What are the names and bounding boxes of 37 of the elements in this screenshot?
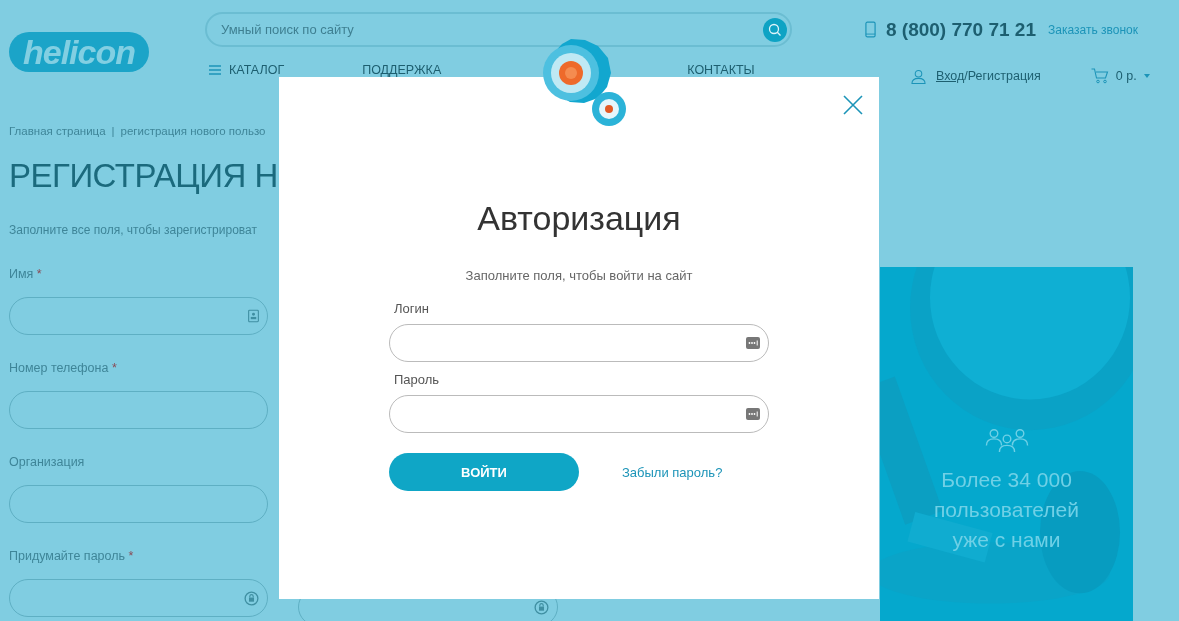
- page-title: РЕГИСТРАЦИЯ Н: [9, 157, 279, 195]
- login-link[interactable]: Вход: [936, 69, 965, 83]
- page-subtitle: Заполните все поля, чтобы зарегистрироват: [9, 223, 258, 237]
- field-label: Номер телефона *: [9, 361, 118, 377]
- forgot-password-link[interactable]: Забыли пароль?: [622, 464, 723, 480]
- breadcrumb-link[interactable]: Главная страница: [9, 125, 106, 137]
- lock-icon: [534, 599, 549, 615]
- field-label: Организация: [9, 455, 86, 471]
- field-label: Логин: [394, 301, 430, 316]
- breadcrumb-separator: |: [111, 125, 115, 137]
- login-button[interactable]: ВОЙТИ: [389, 453, 579, 491]
- cart-total[interactable]: 0 р.: [1115, 69, 1137, 83]
- field-label: Имя *: [9, 267, 43, 283]
- contact-card-icon: [248, 309, 259, 323]
- dialog-subtitle: Заполните поля, чтобы войти на сайт: [464, 268, 694, 283]
- register-link[interactable]: /Регистрация: [964, 69, 1041, 83]
- cart-icon[interactable]: [1090, 68, 1109, 84]
- phone-icon: [865, 21, 876, 38]
- dialog-title: Авторизация: [476, 199, 682, 238]
- search-field[interactable]: Умный поиск по сайту: [205, 12, 792, 47]
- field-label: Придумайте пароль *: [9, 549, 135, 565]
- nav-link[interactable]: КАТАЛОГ: [229, 63, 285, 77]
- keyboard-icon: [746, 408, 760, 420]
- phone-number: 8 (800) 770 71 21: [886, 18, 1036, 41]
- caret-icon[interactable]: [1143, 74, 1150, 78]
- lock-icon: [244, 590, 259, 606]
- search-icon[interactable]: [763, 17, 787, 42]
- menu-icon[interactable]: [209, 65, 221, 75]
- nav-link[interactable]: КОНТАКТЫ: [687, 63, 755, 77]
- banner-text: Более 34 000 пользователей уже с нами: [934, 467, 1079, 553]
- user-icon: [911, 68, 926, 84]
- nav-link[interactable]: ПОДДЕРЖКА: [362, 63, 442, 77]
- close-icon[interactable]: [843, 95, 863, 115]
- breadcrumb-link[interactable]: регистрация нового пользо: [120, 125, 266, 137]
- keyboard-icon: [746, 337, 760, 349]
- users-icon: [984, 427, 1029, 453]
- field-label: Пароль: [394, 372, 441, 387]
